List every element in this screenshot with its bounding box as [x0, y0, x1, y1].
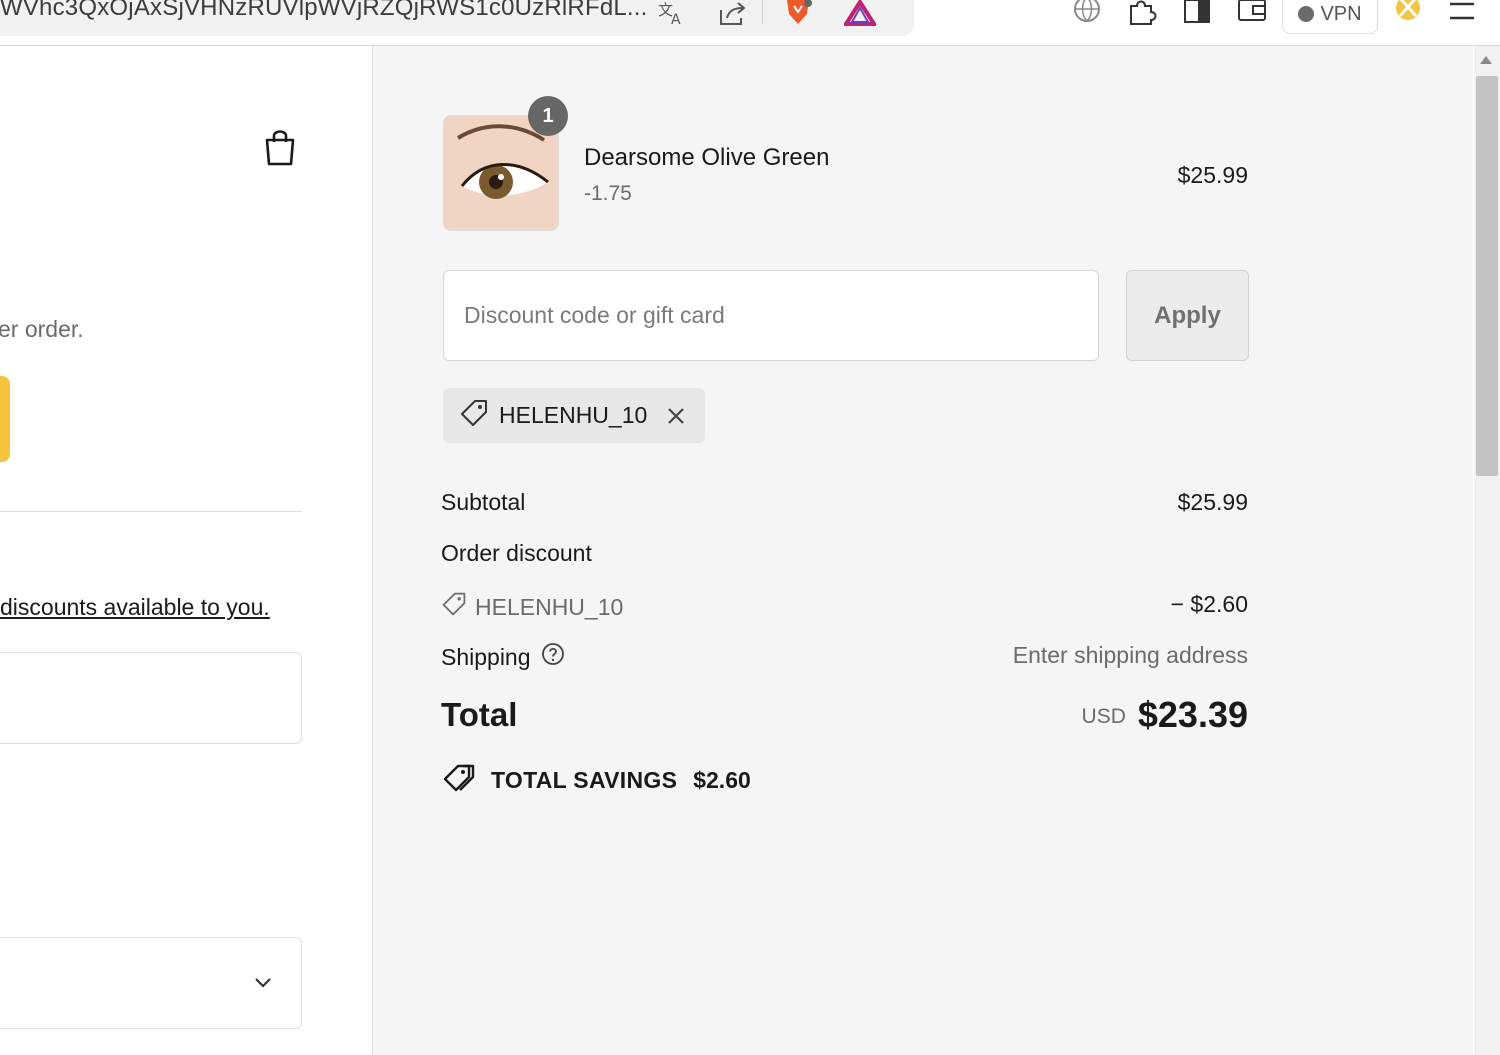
- sidebar-icon[interactable]: [1181, 0, 1213, 26]
- chevron-down-icon[interactable]: [252, 973, 274, 991]
- section-divider: [0, 511, 302, 512]
- product-price: $25.99: [1177, 162, 1248, 188]
- shipping-value: Enter shipping address: [1012, 642, 1248, 668]
- brave-rewards-icon[interactable]: [844, 0, 876, 26]
- vpn-button[interactable]: VPN: [1282, 0, 1378, 34]
- discount-amount: − $2.60: [1170, 591, 1248, 617]
- total-savings: TOTAL SAVINGS $2.60: [443, 762, 751, 799]
- vpn-status-icon: [1298, 6, 1315, 22]
- discounts-link[interactable]: discounts available to you.: [0, 594, 270, 621]
- total-currency: USD: [1081, 705, 1126, 728]
- total-label: Total: [441, 696, 518, 733]
- savings-amount: $2.60: [693, 767, 751, 793]
- product-name: Dearsome Olive Green: [584, 144, 830, 171]
- quantity-badge: 1: [528, 96, 568, 136]
- applied-code-label: HELENHU_10: [499, 402, 648, 428]
- savings-tag-icon: [443, 762, 475, 799]
- order-discount-label: Order discount: [441, 540, 592, 566]
- help-icon[interactable]: [541, 642, 565, 672]
- discount-code-input[interactable]: [443, 270, 1099, 361]
- shipping-row: Shipping: [441, 642, 565, 672]
- toolbar-divider: [762, 0, 763, 24]
- address-bar[interactable]: WVhc3QxOjAxSjVHNzRUVlpWVjRZQjRWS1c0UzRlR…: [0, 0, 914, 36]
- browser-toolbar: WVhc3QxOjAxSjVHNzRUVlpWVjRZQjRWS1c0UzRlR…: [0, 0, 1500, 46]
- savings-label: TOTAL SAVINGS: [491, 767, 678, 793]
- brave-shield-icon[interactable]: [782, 0, 814, 26]
- total-value: USD $23.39: [900, 694, 1248, 736]
- total-amount: $23.39: [1137, 694, 1248, 735]
- subtotal-label: Subtotal: [441, 489, 526, 515]
- apply-button[interactable]: Apply: [1126, 270, 1249, 361]
- translate-icon[interactable]: 文A: [656, 0, 688, 26]
- applied-discount-chip: HELENHU_10: [443, 388, 705, 443]
- order-info-text: er order.: [0, 316, 84, 342]
- contact-input[interactable]: [0, 652, 302, 744]
- discount-code-row: HELENHU_10: [441, 591, 623, 623]
- menu-icon[interactable]: [1446, 0, 1478, 26]
- globe-icon[interactable]: [1071, 0, 1103, 26]
- leo-ai-icon[interactable]: [1392, 0, 1424, 26]
- extensions-icon[interactable]: [1126, 0, 1158, 26]
- svg-text:A: A: [671, 12, 681, 26]
- share-icon[interactable]: [716, 0, 748, 26]
- tag-icon: [459, 398, 489, 433]
- remove-discount-close-icon[interactable]: [665, 405, 687, 427]
- tag-icon: [441, 591, 467, 623]
- scroll-up-arrow-icon[interactable]: [1480, 56, 1492, 64]
- shopping-bag-icon[interactable]: [262, 128, 298, 168]
- shipping-label: Shipping: [441, 643, 531, 670]
- checkout-form-pane: er order. discounts available to you.: [0, 46, 373, 1055]
- scrollbar-thumb[interactable]: [1476, 76, 1498, 476]
- subtotal-value: $25.99: [1177, 489, 1248, 515]
- wallet-icon[interactable]: [1236, 0, 1268, 26]
- url-text[interactable]: WVhc3QxOjAxSjVHNzRUVlpWVjRZQjRWS1c0UzRlR…: [0, 0, 648, 22]
- express-checkout-button[interactable]: [0, 376, 10, 462]
- vpn-label: VPN: [1320, 2, 1362, 25]
- discount-code-label: HELENHU_10: [475, 593, 624, 620]
- product-variant: -1.75: [584, 182, 632, 205]
